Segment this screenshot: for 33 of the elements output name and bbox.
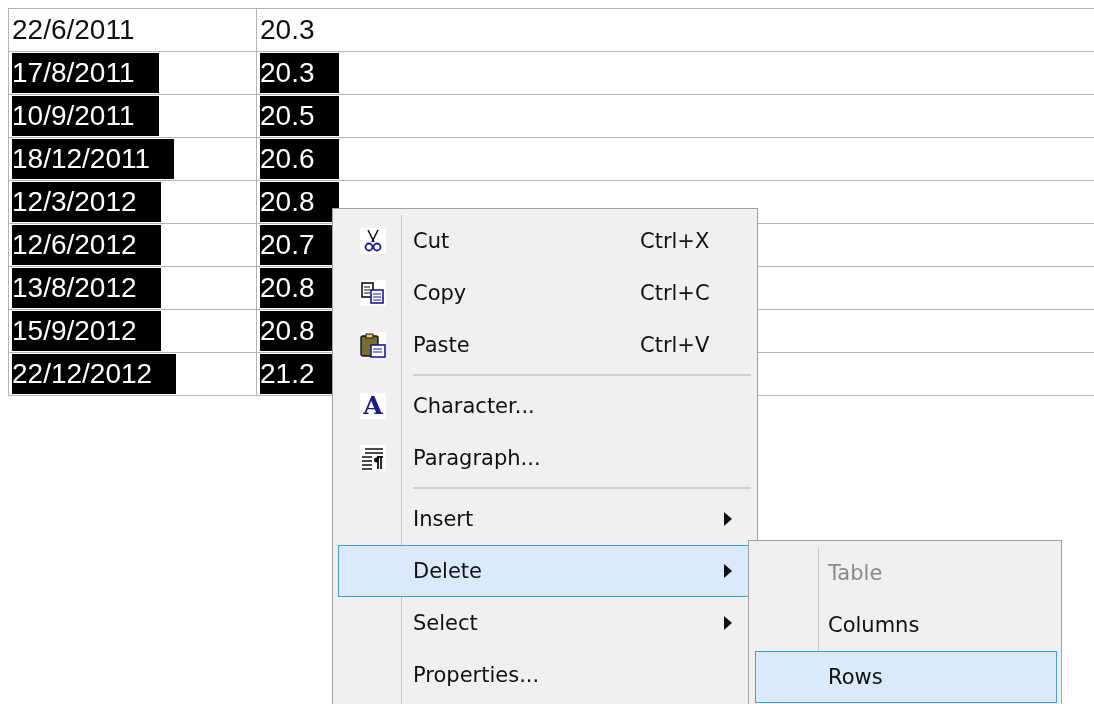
menu-item[interactable]: Rows xyxy=(755,651,1057,703)
copy-icon xyxy=(360,280,386,306)
menu-item[interactable]: Select xyxy=(338,597,751,649)
table-cell: 20.3 xyxy=(260,14,315,46)
table-cell: 10/9/2011 xyxy=(12,96,159,136)
table-cell: 22/6/2011 xyxy=(12,14,135,46)
menu-item[interactable]: Copy Ctrl+C xyxy=(338,267,751,319)
submenu-arrow-icon xyxy=(724,512,732,526)
menu-item[interactable]: Columns xyxy=(755,599,1057,651)
clipboard-icon xyxy=(360,332,386,358)
menu-item[interactable]: Paragraph... xyxy=(338,432,751,484)
menu-item[interactable]: Delete xyxy=(338,545,751,597)
table-cell: 20.3 xyxy=(260,53,339,93)
table-cell: 12/3/2012 xyxy=(12,182,161,222)
table-cell: 20.5 xyxy=(260,96,339,136)
table-cell: 20.8 xyxy=(260,182,339,222)
menu-item[interactable]: Cut Ctrl+X xyxy=(338,215,751,267)
table-cell: 18/12/2011 xyxy=(12,139,175,179)
menu-item[interactable]: Properties... xyxy=(338,649,751,701)
paragraph-icon xyxy=(360,445,386,471)
table-cell: 20.6 xyxy=(260,139,339,179)
menu-item[interactable]: A Character... xyxy=(338,380,751,432)
table-cell: 13/8/2012 xyxy=(12,268,161,308)
scissors-icon xyxy=(360,228,386,254)
submenu-arrow-icon xyxy=(724,564,732,578)
menu-item[interactable]: Paste Ctrl+V xyxy=(338,319,751,371)
table-cell: 15/9/2012 xyxy=(12,311,161,351)
table-cell: 17/8/2011 xyxy=(12,53,159,93)
menu-item[interactable]: Insert xyxy=(338,493,751,545)
character-icon: A xyxy=(360,393,386,419)
table-cell: 12/6/2012 xyxy=(12,225,161,265)
submenu-arrow-icon xyxy=(724,616,732,630)
table-cell: 22/12/2012 xyxy=(12,354,177,394)
